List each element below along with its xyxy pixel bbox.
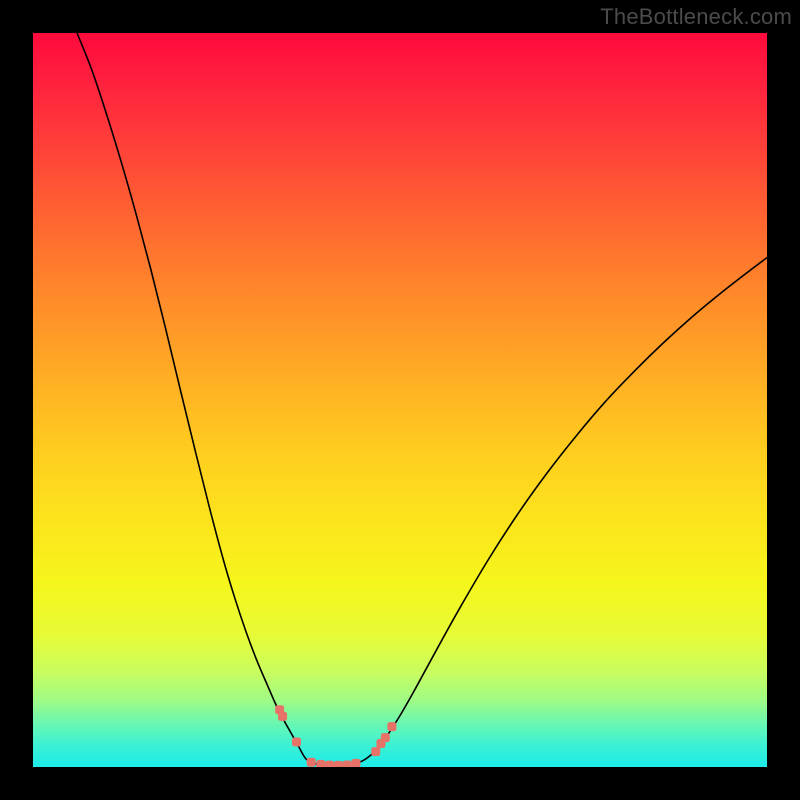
marker-dot bbox=[316, 760, 325, 767]
marker-dot bbox=[325, 761, 334, 767]
chart-frame: TheBottleneck.com bbox=[0, 0, 800, 800]
marker-dot bbox=[387, 722, 396, 731]
marker-dot bbox=[381, 733, 390, 742]
marker-dot bbox=[334, 761, 343, 767]
marker-dot bbox=[292, 738, 301, 747]
bottleneck-curve bbox=[33, 33, 767, 767]
marker-dot bbox=[278, 712, 287, 721]
marker-dot bbox=[351, 759, 360, 767]
marker-dot bbox=[371, 747, 380, 756]
chart-plot-area bbox=[33, 33, 767, 767]
marker-dot bbox=[307, 758, 316, 767]
watermark-text: TheBottleneck.com bbox=[600, 4, 792, 30]
marker-dot bbox=[343, 760, 352, 767]
curve-line bbox=[77, 33, 767, 766]
